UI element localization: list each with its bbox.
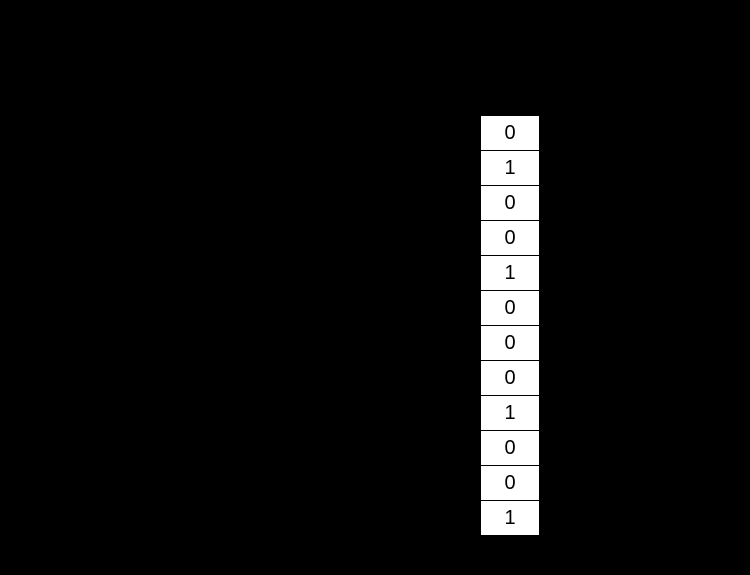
cell-7: 0 bbox=[480, 360, 540, 396]
cell-11: 1 bbox=[480, 500, 540, 536]
cell-10: 0 bbox=[480, 465, 540, 501]
binary-column: 0 1 0 0 1 0 0 0 1 0 0 1 bbox=[480, 115, 540, 536]
cell-8: 1 bbox=[480, 395, 540, 431]
cell-9: 0 bbox=[480, 430, 540, 466]
cell-4: 1 bbox=[480, 255, 540, 291]
cell-6: 0 bbox=[480, 325, 540, 361]
cell-1: 1 bbox=[480, 150, 540, 186]
cell-0: 0 bbox=[480, 115, 540, 151]
cell-2: 0 bbox=[480, 185, 540, 221]
cell-5: 0 bbox=[480, 290, 540, 326]
cell-3: 0 bbox=[480, 220, 540, 256]
